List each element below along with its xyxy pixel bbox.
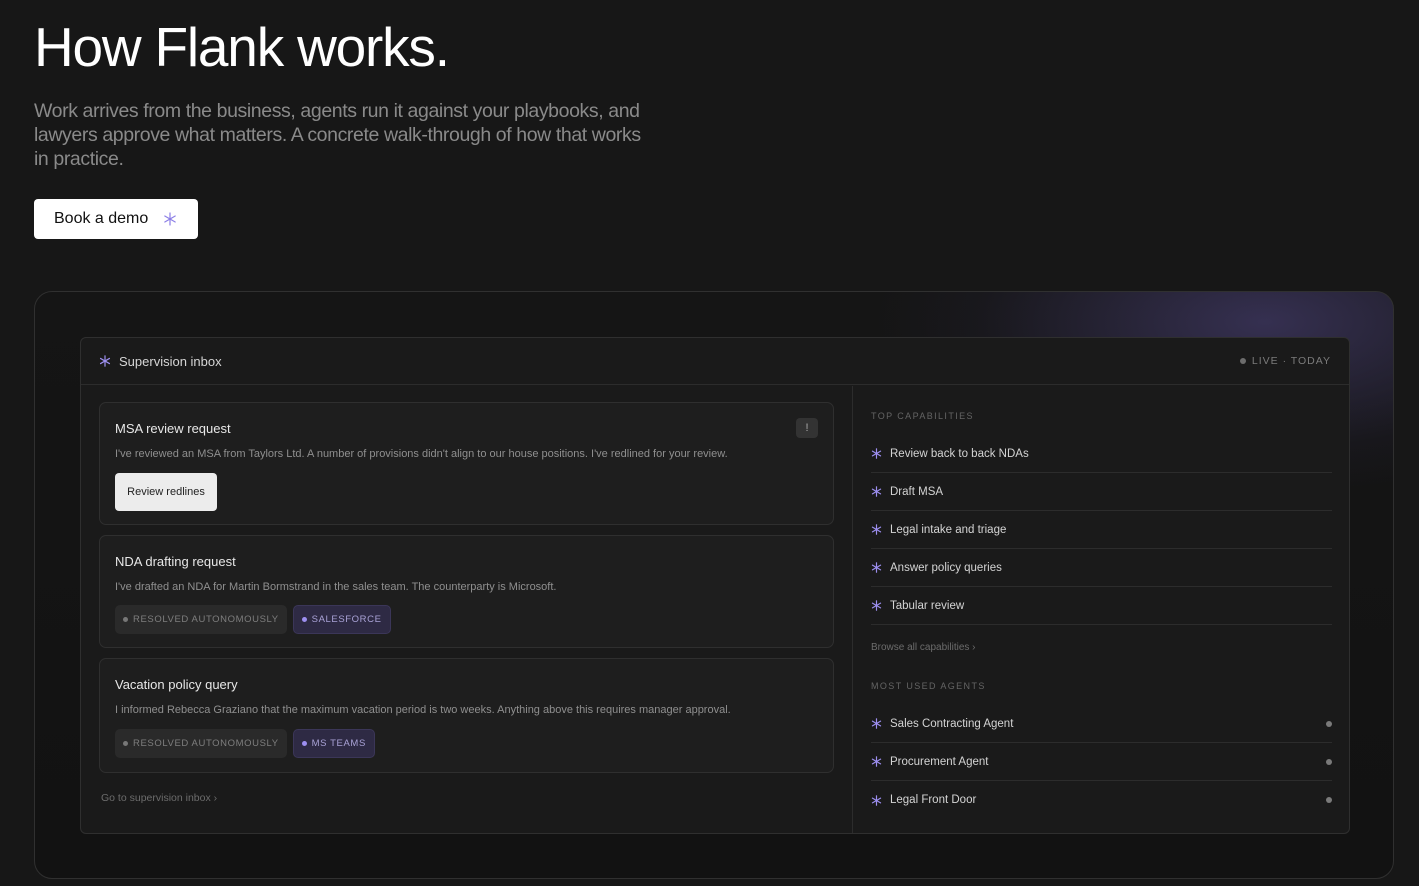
- card-body: I've reviewed an MSA from Taylors Ltd. A…: [115, 448, 728, 460]
- status-badge: RESOLVED AUTONOMOUSLY: [115, 729, 287, 758]
- page-subtitle: Work arrives from the business, agents r…: [34, 100, 641, 170]
- capability-item[interactable]: Legal intake and triage: [871, 511, 1332, 549]
- book-demo-button[interactable]: Book a demo: [34, 199, 198, 239]
- inbox-card-msa[interactable]: MSA review request ! I've reviewed an MS…: [99, 402, 834, 525]
- source-badge: MS TEAMS: [292, 729, 375, 758]
- browse-capabilities-link[interactable]: Browse all capabilities ›: [871, 642, 976, 653]
- inbox-card-nda[interactable]: NDA drafting request I've drafted an NDA…: [99, 535, 834, 648]
- agent-status-dot-icon: [1326, 720, 1332, 727]
- inbox-title: Supervision inbox: [119, 353, 222, 369]
- capabilities-label: TOP CAPABILITIES: [871, 411, 974, 421]
- inbox-card-vacation[interactable]: Vacation policy query I informed Rebecca…: [99, 658, 834, 773]
- capability-item[interactable]: Review back to back NDAs: [871, 435, 1332, 473]
- spark-icon: [871, 600, 882, 611]
- card-title: NDA drafting request: [115, 554, 236, 569]
- supervision-inbox-panel: Supervision inbox LIVE · TODAY MSA revie…: [80, 337, 1350, 834]
- agent-status-dot-icon: [1326, 758, 1332, 765]
- spark-icon: [871, 524, 882, 535]
- capabilities-list: Review back to back NDAs Draft MSA Legal…: [871, 435, 1332, 625]
- agents-list: Sales Contracting Agent Procurement Agen…: [871, 705, 1332, 819]
- agent-item[interactable]: Procurement Agent: [871, 743, 1332, 781]
- live-status: LIVE · TODAY: [1239, 355, 1331, 367]
- capability-item[interactable]: Tabular review: [871, 587, 1332, 625]
- spark-icon: [163, 212, 177, 226]
- inbox-list: MSA review request ! I've reviewed an MS…: [81, 386, 852, 833]
- go-to-inbox-link[interactable]: Go to supervision inbox ›: [101, 792, 217, 804]
- capability-item[interactable]: Answer policy queries: [871, 549, 1332, 587]
- spark-icon: [871, 794, 882, 806]
- inbox-header: Supervision inbox LIVE · TODAY: [81, 338, 1349, 385]
- status-badge: RESOLVED AUTONOMOUSLY: [115, 605, 287, 634]
- capabilities-panel: TOP CAPABILITIES Review back to back NDA…: [852, 386, 1349, 833]
- spark-icon: [99, 355, 111, 367]
- spark-icon: [871, 718, 882, 729]
- agent-status-dot-icon: [1326, 797, 1332, 803]
- source-badge: SALESFORCE: [292, 605, 391, 634]
- spark-icon: [871, 756, 882, 767]
- card-tags: RESOLVED AUTONOMOUSLY MS TEAMS: [115, 729, 375, 758]
- live-label: LIVE · TODAY: [1251, 355, 1331, 367]
- card-title: MSA review request: [115, 421, 231, 436]
- page-title: How Flank works.: [34, 16, 450, 78]
- card-body: I informed Rebecca Graziano that the max…: [115, 704, 731, 716]
- live-dot-icon: [1239, 358, 1246, 364]
- agent-item[interactable]: Legal Front Door: [871, 781, 1332, 819]
- review-redlines-button[interactable]: Review redlines: [115, 473, 217, 511]
- product-showcase: Supervision inbox LIVE · TODAY MSA revie…: [34, 291, 1394, 879]
- card-tags: RESOLVED AUTONOMOUSLY SALESFORCE: [115, 605, 391, 634]
- agent-item[interactable]: Sales Contracting Agent: [871, 705, 1332, 743]
- card-title: Vacation policy query: [115, 677, 238, 692]
- book-demo-label: Book a demo: [54, 210, 149, 227]
- spark-icon: [871, 486, 882, 497]
- spark-icon: [871, 562, 882, 573]
- card-body: I've drafted an NDA for Martin Bormstran…: [115, 581, 557, 593]
- alert-badge: !: [796, 418, 818, 438]
- capability-item[interactable]: Draft MSA: [871, 473, 1332, 511]
- agents-label: MOST USED AGENTS: [871, 681, 986, 691]
- spark-icon: [871, 448, 882, 459]
